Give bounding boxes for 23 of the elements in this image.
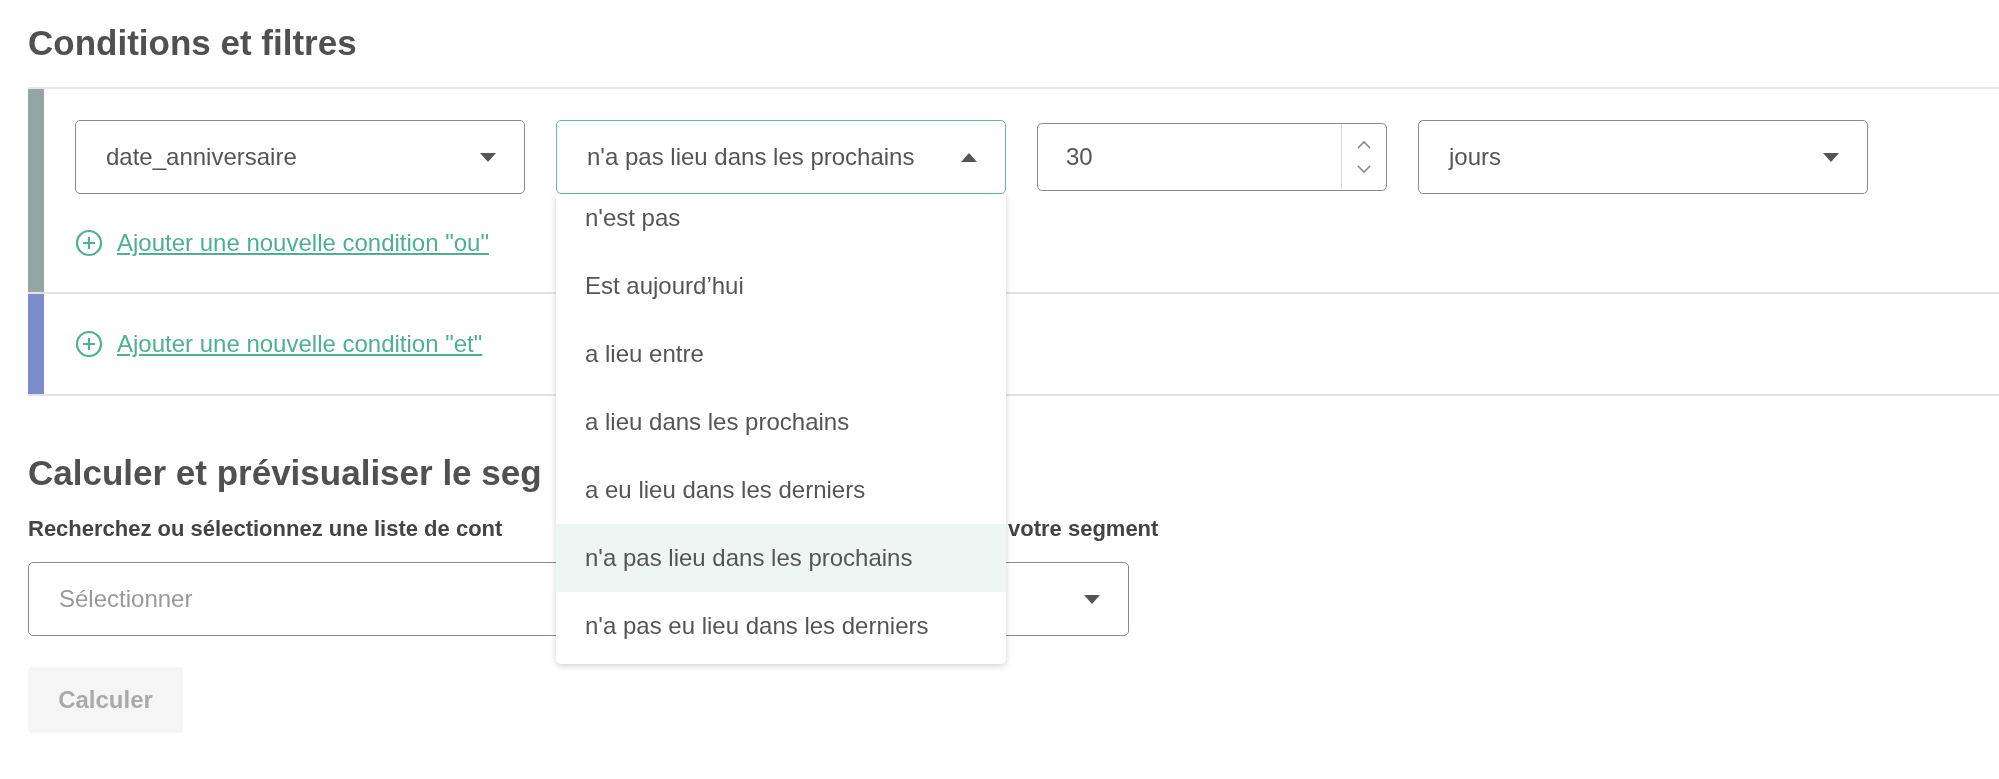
dropdown-option[interactable]: a lieu dans les prochains	[556, 388, 1006, 456]
unit-select[interactable]: jours	[1418, 120, 1868, 194]
number-input[interactable]: 30	[1037, 123, 1387, 191]
field-select[interactable]: date_anniversaire	[75, 120, 525, 194]
dropdown-option[interactable]: a lieu entre	[556, 320, 1006, 388]
plus-circle-icon[interactable]	[75, 229, 103, 257]
field-label: Recherchez ou sélectionnez une liste de cont	[28, 516, 503, 542]
chevron-up-icon[interactable]	[1356, 140, 1372, 150]
dropdown-option[interactable]: n'est pas	[556, 194, 1006, 252]
caret-down-icon	[1084, 594, 1100, 604]
section-title: Conditions et filtres	[28, 22, 357, 64]
dropdown-option[interactable]: a eu lieu dans les derniers	[556, 456, 1006, 524]
operator-select[interactable]: n'a pas lieu dans les prochains	[556, 120, 1006, 194]
caret-up-icon	[961, 152, 977, 162]
dropdown-option[interactable]: Est aujourd’hui	[556, 252, 1006, 320]
chevron-down-icon[interactable]	[1356, 164, 1372, 174]
dropdown-option[interactable]: n'a pas eu lieu dans les derniers	[556, 592, 1006, 660]
caret-down-icon	[480, 152, 496, 162]
dropdown-option[interactable]: n'a pas lieu dans les prochains	[556, 524, 1006, 592]
caret-down-icon	[1823, 152, 1839, 162]
plus-circle-icon[interactable]	[75, 330, 103, 358]
section-title: Calculer et prévisualiser le seg	[28, 452, 542, 494]
field-label: votre segment	[1008, 516, 1159, 542]
